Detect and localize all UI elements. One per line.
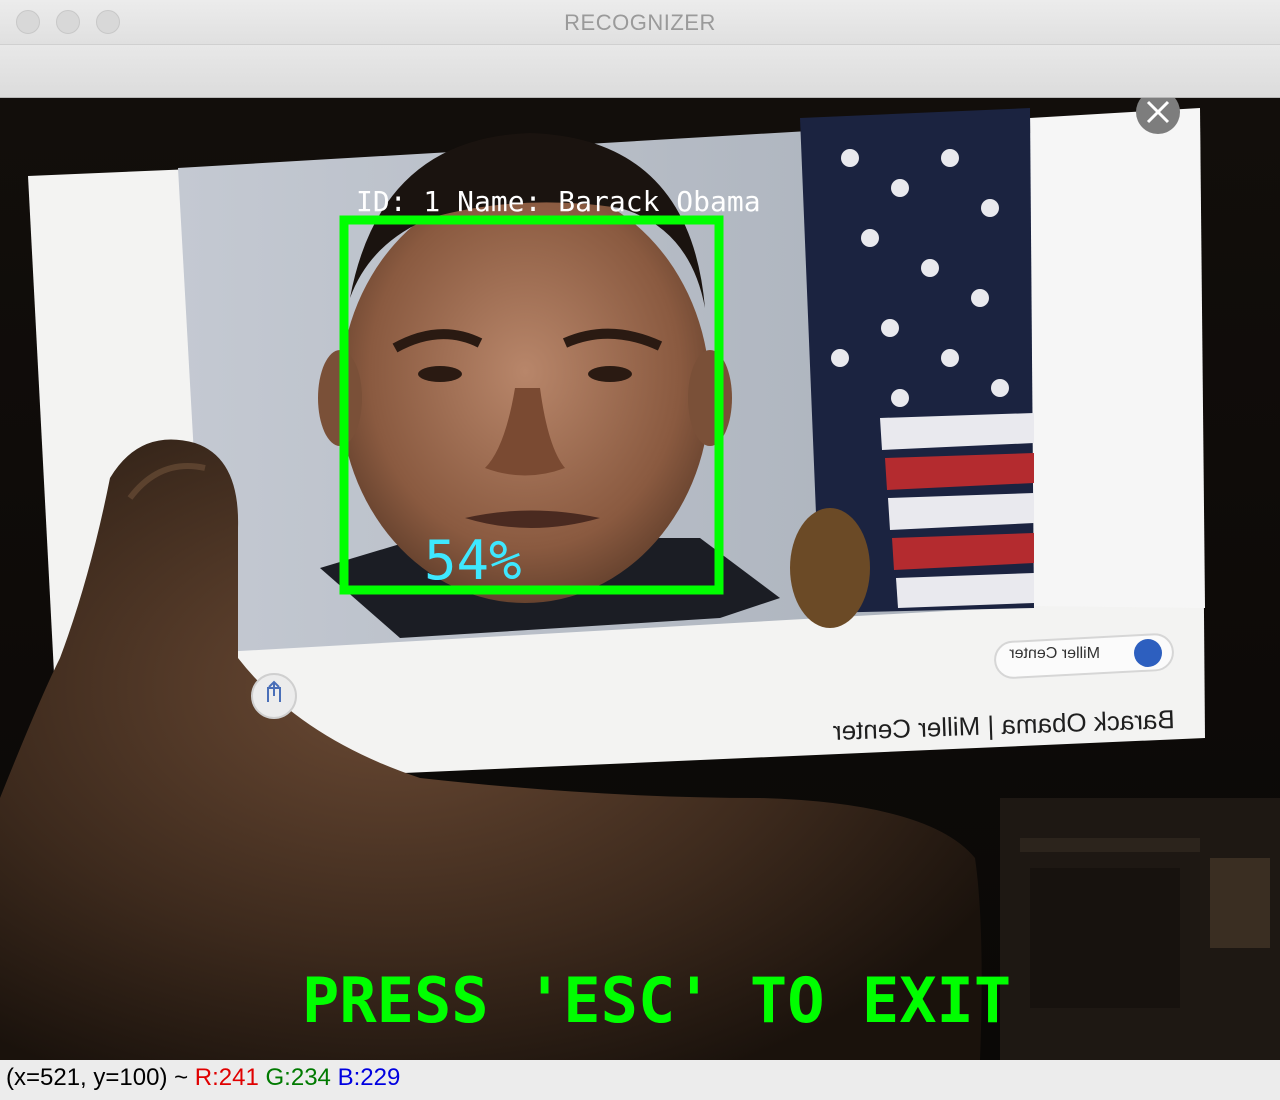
exit-instruction: PRESS 'ESC' TO EXIT xyxy=(302,964,1011,1037)
recognition-label: ID: 1 Name: Barack Obama xyxy=(356,185,761,218)
pixel-blue-value: B:229 xyxy=(337,1064,401,1091)
pixel-red-value: R:241 xyxy=(194,1064,259,1091)
camera-image: Miller Center Barack Obama | Miller Cent… xyxy=(0,98,1280,1060)
title-bar: RECOGNIZER xyxy=(0,0,1280,45)
source-chip-text: Miller Center xyxy=(1009,645,1100,662)
pixel-green-value: G:234 xyxy=(265,1064,331,1091)
toolbar xyxy=(0,45,1280,98)
camera-frame[interactable]: Miller Center Barack Obama | Miller Cent… xyxy=(0,98,1280,1060)
confidence-value: 54% xyxy=(424,529,522,592)
cursor-coordinates: (x=521, y=100) ~ xyxy=(6,1064,189,1091)
status-bar: (x=521, y=100) ~ R:241 G:234 B:229 xyxy=(0,1060,1280,1100)
window-title: RECOGNIZER xyxy=(564,10,716,35)
